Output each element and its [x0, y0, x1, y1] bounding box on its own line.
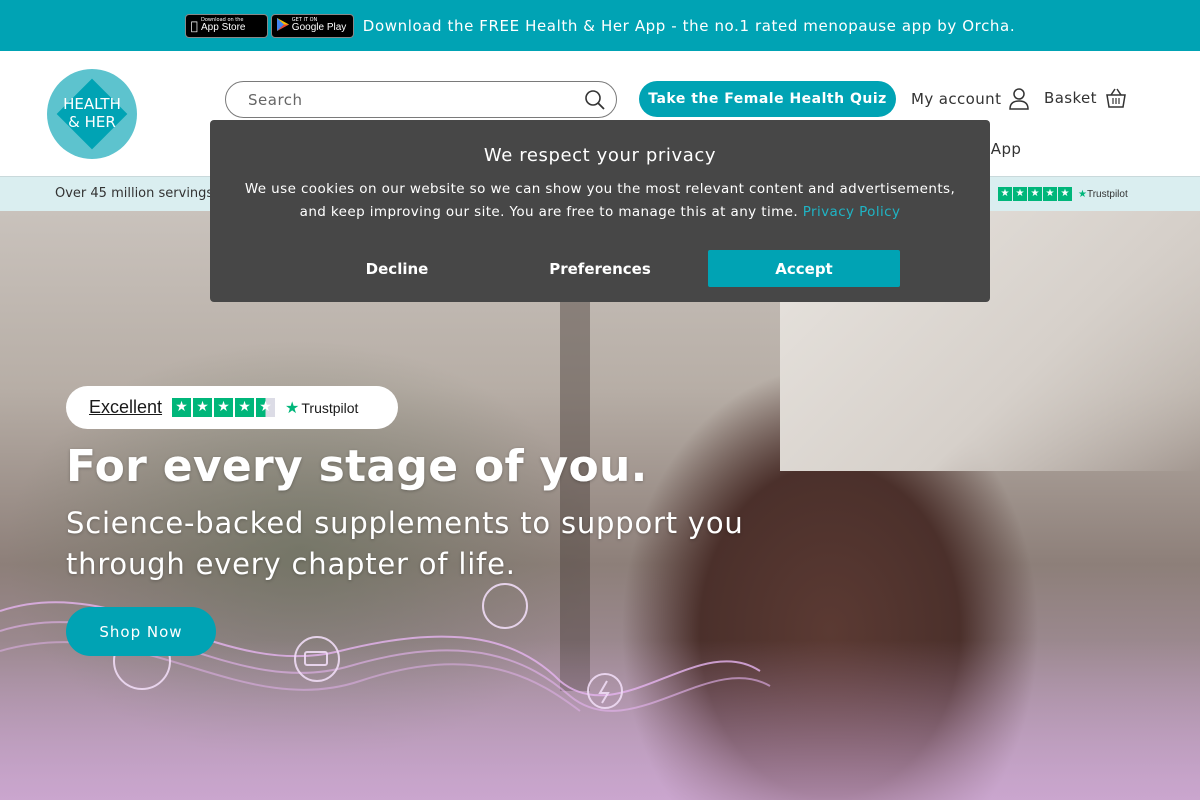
google-play-badge[interactable]: GET IT ON Google Play	[270, 13, 354, 38]
my-account-label: My account	[911, 90, 1002, 108]
hero-title: For every stage of you.	[66, 441, 648, 492]
search-bar[interactable]	[225, 81, 617, 118]
cookie-consent-modal: We respect your privacy We use cookies o…	[210, 120, 990, 302]
star-icon: ★	[998, 187, 1012, 201]
trustpilot-star-icon: ★	[1078, 188, 1087, 200]
trustpilot-rating-badge[interactable]: Excellent ★ ★ ★ ★ ★ ★ Trustpilot	[66, 386, 398, 429]
accept-button[interactable]: Accept	[708, 250, 900, 287]
star-icon: ★	[1013, 187, 1027, 201]
star-icon: ★	[1028, 187, 1042, 201]
cookie-message: We use cookies on our website so we can …	[230, 178, 970, 224]
privacy-policy-link[interactable]: Privacy Policy	[803, 204, 901, 220]
app-store-badge[interactable]:  Download on the App Store	[184, 13, 268, 38]
basket-link[interactable]: Basket	[1044, 88, 1127, 108]
trustpilot-stars: ★ ★ ★ ★ ★	[172, 398, 276, 417]
star-icon: ★	[172, 398, 192, 417]
female-health-quiz-button[interactable]: Take the Female Health Quiz	[639, 81, 896, 117]
trustpilot-brand-label: Trustpilot	[301, 399, 359, 416]
womb-icon	[482, 583, 528, 629]
star-icon: ★	[1043, 187, 1057, 201]
preferences-button[interactable]: Preferences	[513, 250, 687, 287]
health-and-her-logo[interactable]: HEALTH & HER	[47, 69, 137, 159]
star-icon: ★	[193, 398, 213, 417]
decline-button[interactable]: Decline	[310, 250, 484, 287]
basket-label: Basket	[1044, 89, 1097, 107]
star-icon: ★	[235, 398, 255, 417]
basket-icon	[1106, 88, 1126, 108]
google-play-text: Google Play	[291, 22, 347, 33]
energy-icon	[587, 673, 623, 709]
announcement-bar:  Download on the App Store GET IT ON Go…	[0, 0, 1200, 51]
trustpilot-star-icon: ★	[285, 399, 300, 417]
search-input[interactable]	[248, 90, 584, 109]
star-icon: ★	[214, 398, 234, 417]
my-account-link[interactable]: My account	[911, 88, 1030, 110]
servings-text: Over 45 million servings	[55, 186, 214, 201]
app-store-text: App Store	[193, 22, 245, 33]
google-play-icon	[276, 17, 289, 34]
trustpilot-mini-stars: ★ ★ ★ ★ ★	[998, 187, 1072, 201]
trustpilot-rating-text: Excellent	[89, 397, 163, 417]
logo-line2: & HER	[68, 113, 116, 131]
user-icon	[1009, 88, 1030, 110]
search-icon[interactable]	[584, 89, 606, 111]
star-icon: ★	[1058, 187, 1072, 201]
battery-icon	[294, 636, 340, 682]
hero-subtitle: Science-backed supplements to support yo…	[66, 506, 744, 581]
trustpilot-mini-widget[interactable]: ★ ★ ★ ★ ★ ★Trustpilot	[998, 187, 1128, 201]
shop-now-button[interactable]: Shop Now	[66, 607, 216, 656]
cookie-title: We respect your privacy	[483, 145, 717, 166]
half-star-icon: ★	[256, 398, 276, 417]
apple-icon: 	[191, 19, 198, 33]
trustpilot-mini-label: ★Trustpilot	[1078, 188, 1128, 200]
trustpilot-brand: ★ Trustpilot	[285, 398, 358, 418]
logo-line1: HEALTH	[63, 95, 121, 113]
announcement-text[interactable]: Download the FREE Health & Her App - the…	[363, 17, 1015, 35]
